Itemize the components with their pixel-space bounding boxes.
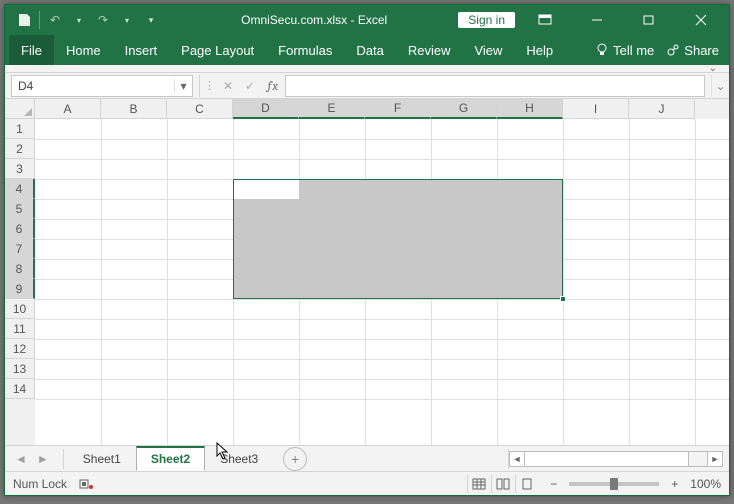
row-headers: 1 2 3 4 5 6 7 8 9 10 11 12 13 14 (5, 119, 35, 445)
chevron-down-icon[interactable]: ▾ (118, 11, 136, 29)
horizontal-scrollbar[interactable]: ◄ ► (509, 451, 729, 467)
tab-page-layout[interactable]: Page Layout (169, 35, 266, 65)
row-header-4[interactable]: 4 (5, 179, 35, 199)
col-header-g[interactable]: G (431, 99, 497, 119)
close-button[interactable] (679, 5, 723, 35)
ribbon-display-options-icon[interactable] (523, 5, 567, 35)
tab-home[interactable]: Home (54, 35, 113, 65)
col-header-a[interactable]: A (35, 99, 101, 119)
ribbon-expand-icon[interactable]: ⌄ (709, 63, 717, 74)
redo-icon[interactable]: ↷ (94, 11, 112, 29)
quick-access-toolbar: ↶ ▾ ↷ ▾ ▾ (5, 11, 170, 29)
undo-icon[interactable]: ↶ (46, 11, 64, 29)
status-mode: Num Lock (13, 477, 79, 491)
macro-record-icon[interactable] (79, 478, 93, 490)
maximize-button[interactable] (627, 5, 671, 35)
col-header-h[interactable]: H (497, 99, 563, 119)
column-headers: A B C D E F G H I J (5, 99, 729, 119)
ribbon-tabs: File Home Insert Page Layout Formulas Da… (5, 35, 729, 65)
row-header-9[interactable]: 9 (5, 279, 35, 299)
sheet-tab-bar: ◄ ► Sheet1 Sheet2 Sheet3 + ◄ ► (5, 445, 729, 471)
zoom-in-button[interactable]: + (667, 477, 682, 491)
zoom-control: − + 100% (546, 477, 721, 491)
col-header-i[interactable]: I (563, 99, 629, 119)
dots-icon: ⋮ (204, 79, 215, 92)
selection-border (233, 179, 563, 299)
sheet-tab-sheet1[interactable]: Sheet1 (68, 447, 136, 471)
status-bar: Num Lock − + 100% (5, 471, 729, 495)
row-header-3[interactable]: 3 (5, 159, 35, 179)
row-header-7[interactable]: 7 (5, 239, 35, 259)
sheet-tab-sheet2[interactable]: Sheet2 (136, 446, 205, 471)
expand-formula-bar-icon[interactable]: ⌄ (711, 75, 729, 97)
view-page-layout-icon[interactable] (491, 475, 513, 493)
excel-window: ↶ ▾ ↷ ▾ ▾ OmniSecu.com.xlsx - Excel Sign… (4, 4, 730, 496)
zoom-slider-thumb[interactable] (610, 478, 618, 490)
row-header-6[interactable]: 6 (5, 219, 35, 239)
view-normal-icon[interactable] (467, 475, 489, 493)
formula-bar: D4 ▾ ⋮ ✕ ✓ ƒx ⌄ (5, 73, 729, 99)
view-page-break-icon[interactable] (515, 475, 537, 493)
tab-review[interactable]: Review (396, 35, 463, 65)
sheet-nav-prev-icon[interactable]: ◄ (11, 452, 31, 466)
tab-data[interactable]: Data (344, 35, 395, 65)
tab-insert[interactable]: Insert (113, 35, 170, 65)
minimize-button[interactable] (575, 5, 619, 35)
sheet-tab-sheet3[interactable]: Sheet3 (205, 447, 273, 471)
row-header-1[interactable]: 1 (5, 119, 35, 139)
tab-formulas[interactable]: Formulas (266, 35, 344, 65)
zoom-slider[interactable] (569, 482, 659, 486)
row-header-12[interactable]: 12 (5, 339, 35, 359)
lightbulb-icon (595, 43, 609, 57)
document-filename: OmniSecu.com.xlsx (241, 13, 347, 27)
tab-help[interactable]: Help (514, 35, 565, 65)
name-box-value[interactable]: D4 (12, 79, 174, 93)
sign-in-button[interactable]: Sign in (458, 12, 515, 28)
save-icon[interactable] (15, 11, 33, 29)
select-all-corner[interactable] (5, 99, 35, 119)
hscroll-thumb[interactable] (525, 452, 689, 466)
row-header-11[interactable]: 11 (5, 319, 35, 339)
sheet-tab-nav: ◄ ► (5, 452, 59, 466)
app-name: Excel (358, 13, 387, 27)
cells-area[interactable] (35, 119, 729, 445)
row-header-2[interactable]: 2 (5, 139, 35, 159)
fx-icon[interactable]: ƒx (261, 79, 285, 93)
col-header-c[interactable]: C (167, 99, 233, 119)
row-header-8[interactable]: 8 (5, 259, 35, 279)
tab-file[interactable]: File (9, 35, 54, 65)
zoom-out-button[interactable]: − (546, 477, 561, 491)
col-header-b[interactable]: B (101, 99, 167, 119)
tab-view[interactable]: View (462, 35, 514, 65)
customize-qat-icon[interactable]: ▾ (142, 11, 160, 29)
sheet-nav-next-icon[interactable]: ► (33, 452, 53, 466)
new-sheet-button[interactable]: + (283, 447, 307, 471)
row-header-5[interactable]: 5 (5, 199, 35, 219)
share-icon (666, 43, 680, 57)
hscroll-right-icon[interactable]: ► (707, 451, 723, 467)
row-header-14[interactable]: 14 (5, 379, 35, 399)
fill-handle[interactable] (560, 296, 566, 302)
chevron-down-icon[interactable]: ▾ (70, 11, 88, 29)
col-header-e[interactable]: E (299, 99, 365, 119)
zoom-level[interactable]: 100% (684, 477, 721, 491)
spreadsheet-grid: A B C D E F G H I J 1 2 3 4 5 6 7 8 9 10 (5, 99, 729, 445)
col-header-j[interactable]: J (629, 99, 695, 119)
hscroll-track[interactable] (525, 451, 707, 467)
share-button[interactable]: Share (660, 43, 725, 58)
row-header-13[interactable]: 13 (5, 359, 35, 379)
hscroll-left-icon[interactable]: ◄ (509, 451, 525, 467)
row-header-10[interactable]: 10 (5, 299, 35, 319)
col-header-f[interactable]: F (365, 99, 431, 119)
name-box-dropdown-icon[interactable]: ▾ (174, 79, 192, 93)
window-title: OmniSecu.com.xlsx - Excel (170, 13, 458, 27)
tell-me-search[interactable]: Tell me (589, 43, 660, 58)
name-box[interactable]: D4 ▾ (11, 75, 193, 97)
ribbon-collapse-strip: ⌄ (5, 65, 729, 73)
enter-formula-icon[interactable]: ✓ (239, 75, 261, 97)
col-header-d[interactable]: D (233, 99, 299, 119)
formula-input[interactable] (285, 75, 705, 97)
cancel-formula-icon[interactable]: ✕ (217, 75, 239, 97)
title-bar: ↶ ▾ ↷ ▾ ▾ OmniSecu.com.xlsx - Excel Sign… (5, 5, 729, 35)
